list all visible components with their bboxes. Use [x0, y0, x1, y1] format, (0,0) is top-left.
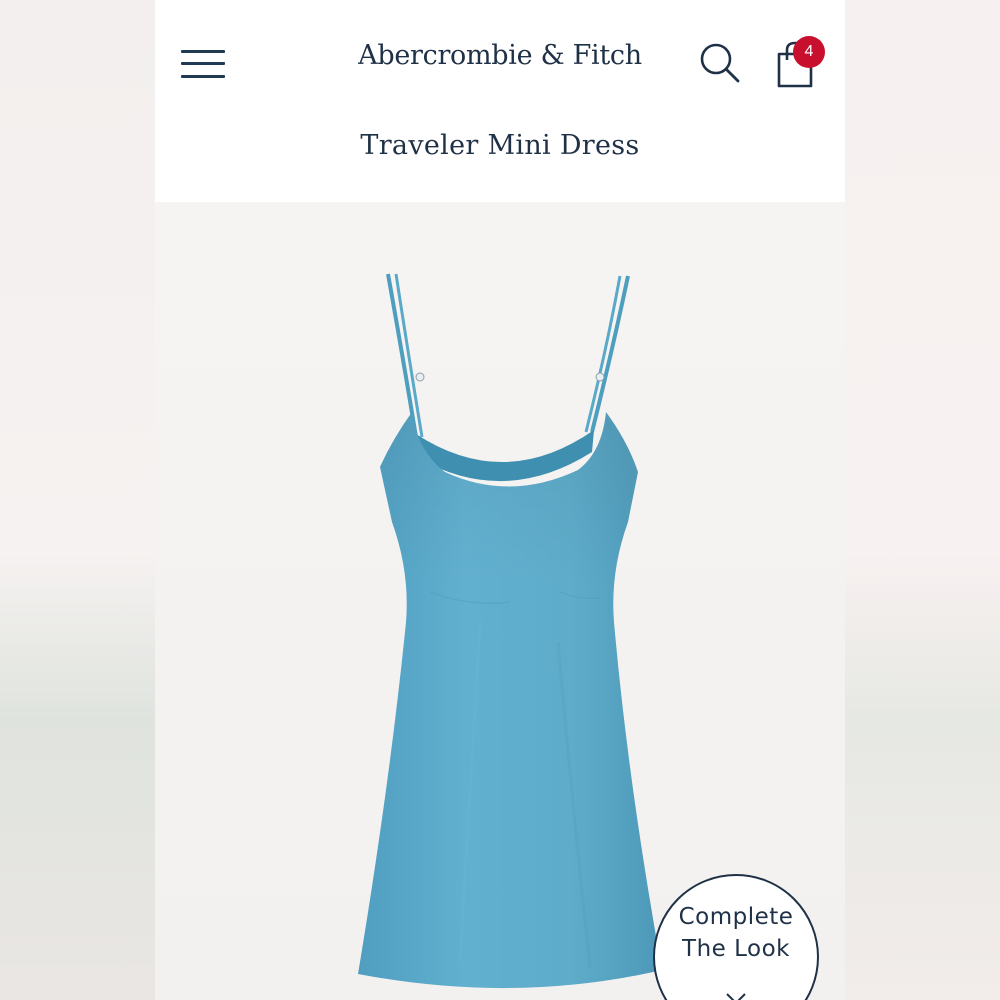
brand-logo[interactable]: Abercrombie & Fitch	[345, 40, 655, 71]
cart-count-badge: 4	[793, 36, 825, 68]
product-title: Traveler Mini Dress	[360, 130, 640, 161]
hamburger-menu-icon[interactable]	[181, 48, 227, 80]
background-blur-left	[0, 0, 155, 1000]
product-image[interactable]: Complete The Look	[155, 202, 845, 1000]
dress-image	[358, 273, 662, 989]
phone-screen: Abercrombie & Fitch 4 Traveler Mini Dres…	[155, 12, 845, 1000]
site-header: Abercrombie & Fitch 4 Traveler Mini Dres…	[155, 12, 845, 202]
complete-look-line2: The Look	[682, 936, 790, 962]
chevron-down-icon	[726, 993, 746, 1000]
complete-look-line1: Complete	[678, 904, 794, 930]
background-blur-right	[845, 0, 1000, 1000]
search-icon[interactable]	[699, 42, 741, 84]
